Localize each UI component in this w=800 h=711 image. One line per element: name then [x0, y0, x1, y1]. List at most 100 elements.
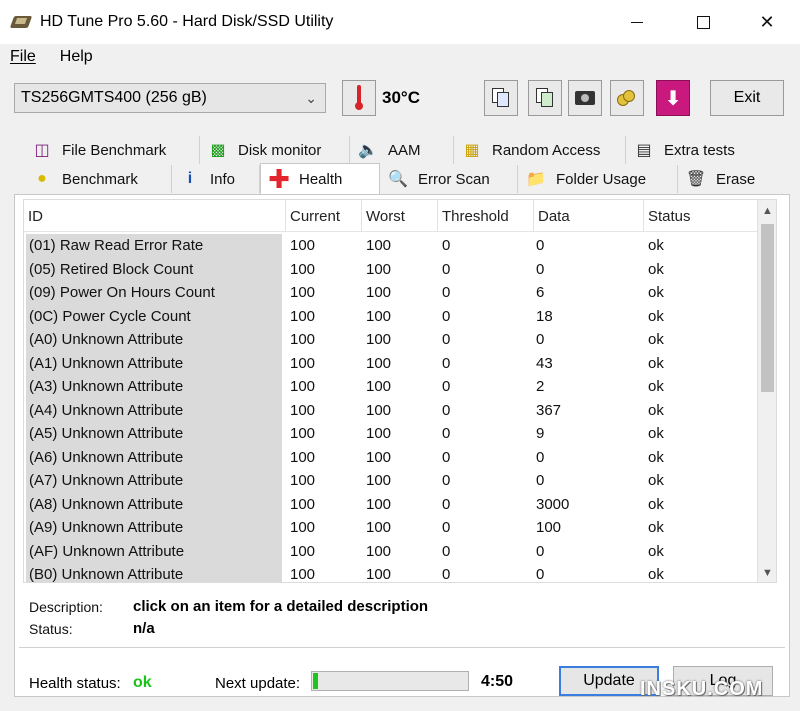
cell-data: 0	[536, 542, 545, 560]
cell-threshold: 0	[442, 284, 451, 302]
table-row[interactable]: (A0) Unknown Attribute 100 100 0 0 ok	[24, 328, 759, 352]
screenshot-button[interactable]	[568, 80, 602, 116]
tab-random-access[interactable]: ▦ Random Access	[454, 136, 626, 164]
tab-health[interactable]: ✚ Health	[260, 163, 380, 194]
tab-label: Benchmark	[62, 170, 138, 188]
tab-label: AAM	[388, 141, 421, 159]
column-header-worst[interactable]: Worst	[362, 200, 438, 232]
cell-data: 367	[536, 401, 562, 419]
maximize-icon	[696, 15, 710, 29]
close-button[interactable]: ✕	[744, 0, 790, 44]
cell-id: (B0) Unknown Attribute	[26, 563, 282, 582]
cell-threshold: 0	[442, 542, 451, 560]
table-row[interactable]: (B0) Unknown Attribute 100 100 0 0 ok	[24, 563, 759, 582]
vertical-scrollbar[interactable]: ▲ ▼	[757, 200, 776, 582]
options-button[interactable]	[610, 80, 644, 116]
cell-id: (A1) Unknown Attribute	[26, 351, 282, 375]
chevron-down-icon: ⌄	[305, 90, 317, 106]
cell-current: 100	[290, 237, 316, 255]
column-header-threshold[interactable]: Threshold	[438, 200, 534, 232]
tab-label: Folder Usage	[556, 170, 647, 188]
cell-worst: 100	[366, 425, 392, 443]
cell-worst: 100	[366, 331, 392, 349]
smart-attributes-table[interactable]: ID Current Worst Threshold Data Status (…	[23, 199, 777, 583]
tab-label: Info	[210, 170, 236, 188]
tab-error-scan[interactable]: 🔍 Error Scan	[380, 165, 518, 193]
folder-icon: 📁	[526, 171, 546, 188]
column-header-current[interactable]: Current	[286, 200, 362, 232]
table-row[interactable]: (A9) Unknown Attribute 100 100 0 100 ok	[24, 516, 759, 540]
info-icon: i	[187, 170, 193, 187]
health-panel: ID Current Worst Threshold Data Status (…	[14, 195, 790, 697]
scroll-up-icon[interactable]: ▲	[758, 202, 776, 220]
table-row[interactable]: (A1) Unknown Attribute 100 100 0 43 ok	[24, 351, 759, 375]
table-row[interactable]: (A4) Unknown Attribute 100 100 0 367 ok	[24, 398, 759, 422]
cell-id: (A7) Unknown Attribute	[26, 469, 282, 493]
next-update-progress	[311, 671, 469, 691]
tab-folder-usage[interactable]: 📁 Folder Usage	[518, 165, 678, 193]
cell-status: ok	[648, 401, 664, 419]
cell-status: ok	[648, 542, 664, 560]
tab-benchmark[interactable]: ● Benchmark	[24, 165, 172, 193]
cell-id: (0C) Power Cycle Count	[26, 304, 282, 328]
coins-icon	[617, 88, 637, 108]
drive-select[interactable]: TS256GMTS400 (256 gB) ⌄	[14, 83, 326, 113]
cell-id: (A6) Unknown Attribute	[26, 445, 282, 469]
temperature-button[interactable]	[342, 80, 376, 116]
column-header-status[interactable]: Status	[644, 200, 734, 232]
cell-status: ok	[648, 284, 664, 302]
trash-icon: 🗑	[685, 171, 707, 188]
table-row[interactable]: (A3) Unknown Attribute 100 100 0 2 ok	[24, 375, 759, 399]
tab-info[interactable]: i Info	[172, 165, 260, 193]
table-row[interactable]: (09) Power On Hours Count 100 100 0 6 ok	[24, 281, 759, 305]
cell-worst: 100	[366, 378, 392, 396]
table-row[interactable]: (0C) Power Cycle Count 100 100 0 18 ok	[24, 304, 759, 328]
description-label: Description:	[29, 599, 103, 615]
cell-worst: 100	[366, 260, 392, 278]
table-row[interactable]: (01) Raw Read Error Rate 100 100 0 0 ok	[24, 234, 759, 258]
cell-worst: 100	[366, 401, 392, 419]
save-button[interactable]: ⬇	[656, 80, 690, 116]
cell-data: 9	[536, 425, 545, 443]
menu-help[interactable]: Help	[60, 48, 93, 66]
tab-file-benchmark[interactable]: ◫ File Benchmark	[24, 136, 200, 164]
cell-status: ok	[648, 237, 664, 255]
copy-screenshot-button[interactable]	[528, 80, 562, 116]
tab-extra-tests[interactable]: ▤ Extra tests	[626, 136, 778, 164]
column-header-data[interactable]: Data	[534, 200, 644, 232]
lightbulb-icon: ●	[37, 170, 47, 187]
cell-status: ok	[648, 307, 664, 325]
cell-worst: 100	[366, 307, 392, 325]
cell-threshold: 0	[442, 307, 451, 325]
table-row[interactable]: (AF) Unknown Attribute 100 100 0 0 ok	[24, 539, 759, 563]
table-row[interactable]: (A5) Unknown Attribute 100 100 0 9 ok	[24, 422, 759, 446]
exit-button[interactable]: Exit	[710, 80, 784, 116]
attribute-status-label: Status:	[29, 621, 73, 637]
tab-label: Extra tests	[664, 141, 735, 159]
scrollbar-thumb[interactable]	[761, 224, 774, 392]
health-status-value: ok	[133, 674, 152, 691]
tab-aam[interactable]: 🔈 AAM	[350, 136, 454, 164]
cell-worst: 100	[366, 237, 392, 255]
tab-erase[interactable]: 🗑 Erase	[678, 165, 778, 193]
menu-bar: File Help	[0, 44, 800, 70]
table-row[interactable]: (A8) Unknown Attribute 100 100 0 3000 ok	[24, 492, 759, 516]
window-title: HD Tune Pro 5.60 - Hard Disk/SSD Utility	[40, 13, 334, 30]
maximize-button[interactable]	[680, 0, 726, 44]
table-row[interactable]: (05) Retired Block Count 100 100 0 0 ok	[24, 257, 759, 281]
cell-id: (01) Raw Read Error Rate	[26, 234, 282, 258]
scroll-down-icon[interactable]: ▼	[758, 564, 776, 582]
minimize-button[interactable]	[614, 0, 660, 44]
table-row[interactable]: (A7) Unknown Attribute 100 100 0 0 ok	[24, 469, 759, 493]
menu-file[interactable]: File	[10, 48, 36, 66]
tab-label: Disk monitor	[238, 141, 322, 159]
health-cross-icon: ✚	[268, 163, 290, 194]
cell-threshold: 0	[442, 237, 451, 255]
tab-disk-monitor[interactable]: ▩ Disk monitor	[200, 136, 350, 164]
column-header-id[interactable]: ID	[24, 200, 286, 232]
copy-text-button[interactable]	[484, 80, 518, 116]
table-row[interactable]: (A6) Unknown Attribute 100 100 0 0 ok	[24, 445, 759, 469]
cell-data: 0	[536, 260, 545, 278]
tab-row-top: ◫ File Benchmark ▩ Disk monitor 🔈 AAM ▦ …	[24, 136, 778, 164]
cell-status: ok	[648, 519, 664, 537]
